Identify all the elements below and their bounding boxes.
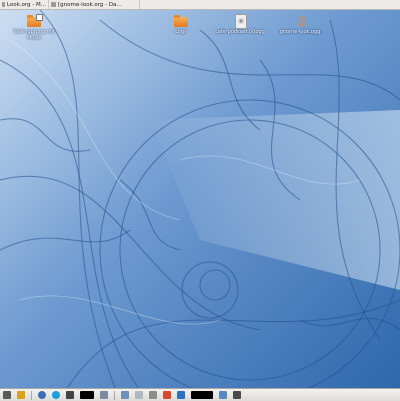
skype-icon[interactable]	[52, 391, 60, 399]
volume-icon[interactable]	[233, 391, 241, 399]
trash-icon[interactable]	[149, 391, 157, 399]
panel-separator	[31, 390, 32, 400]
people-icon[interactable]	[135, 391, 143, 399]
desktop-icon-label: cafe-podcast.00ogg	[215, 29, 265, 35]
desktop-icon-logs[interactable]: Logs	[153, 14, 209, 35]
desktop-icon-musik-link[interactable]: Verknüpfung mit Musik	[6, 14, 62, 41]
desktop-wallpaper	[0, 0, 400, 400]
calendar-icon[interactable]	[219, 391, 227, 399]
terminal-icon[interactable]	[66, 391, 74, 399]
desktop-icon-label: gnome-look.ogg	[279, 29, 321, 35]
folder-icon	[174, 15, 188, 27]
pager-icon[interactable]	[17, 391, 25, 399]
tray-generic-icon[interactable]	[100, 391, 108, 399]
browser-icon[interactable]	[38, 391, 46, 399]
desktop-icon-label: Logs	[175, 29, 187, 35]
network-icon[interactable]	[121, 391, 129, 399]
bluetooth-icon[interactable]	[177, 391, 185, 399]
taskbar-window-button[interactable]: Look.org - M...	[0, 0, 49, 9]
bottom-panel	[0, 388, 400, 401]
taskbar-window-label: [gnome-look.org - Da...	[58, 1, 122, 8]
desktop-icon-gnome-look-ogg[interactable]: ♫ gnome-look.ogg	[272, 14, 328, 35]
desktop-icon-label: Verknüpfung mit Musik	[13, 29, 55, 41]
browser-icon	[51, 2, 56, 7]
updates-icon[interactable]	[163, 391, 171, 399]
taskbar-window-label: Look.org - M...	[6, 1, 46, 8]
desktop-icon-podcast[interactable]: cafe-podcast.00ogg	[212, 14, 268, 35]
browser-icon	[2, 2, 5, 7]
window-taskbar: Look.org - M... [gnome-look.org - Da...	[0, 0, 400, 10]
disc-file-icon	[235, 14, 247, 29]
panel-separator	[114, 390, 115, 400]
show-desktop-icon[interactable]	[3, 391, 11, 399]
music-note-icon: ♫	[296, 14, 307, 28]
taskbar-window-button[interactable]: [gnome-look.org - Da...	[49, 0, 140, 9]
link-badge-icon	[36, 14, 43, 21]
redacted-launcher[interactable]	[80, 391, 94, 399]
redacted-clock[interactable]	[191, 391, 213, 399]
